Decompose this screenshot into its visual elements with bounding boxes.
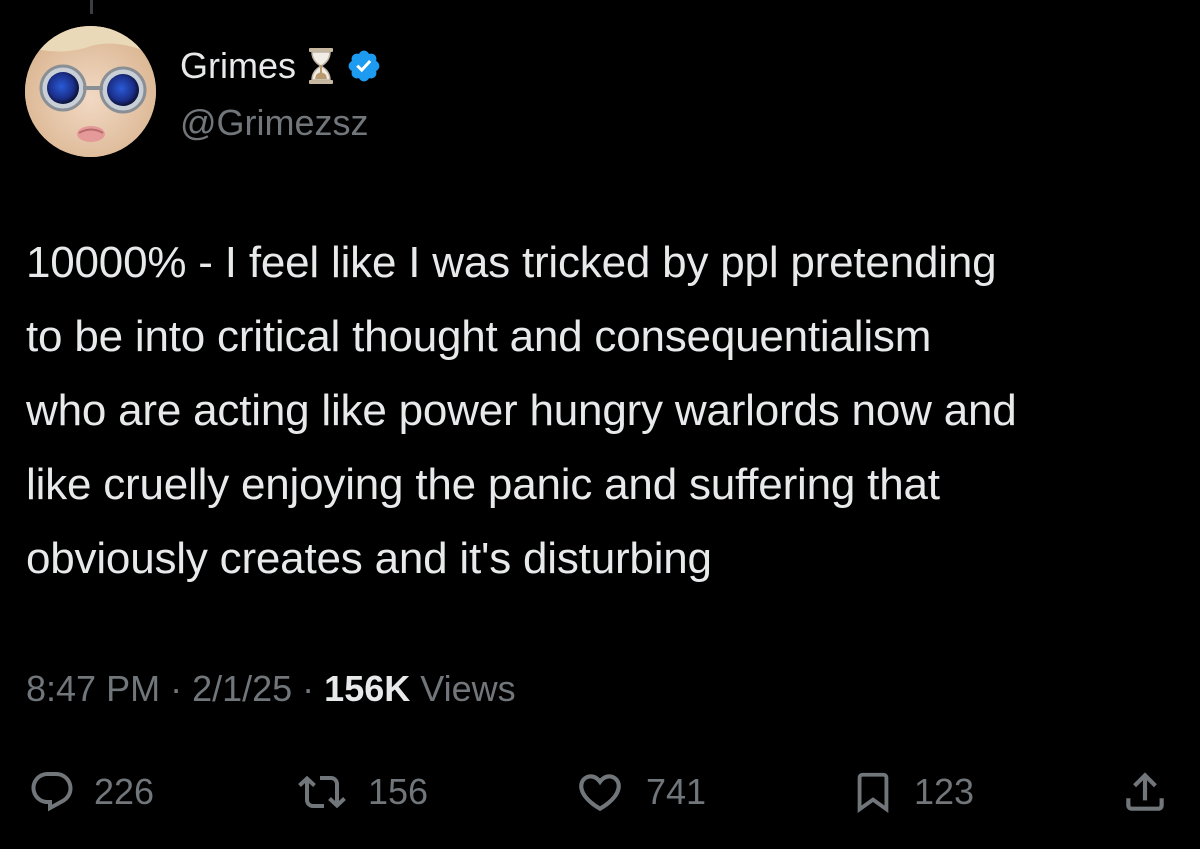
tweet-time[interactable]: 8:47 PM (26, 668, 160, 710)
hourglass-icon (308, 47, 334, 85)
tweet-date[interactable]: 2/1/25 (192, 668, 292, 710)
avatar-image (25, 26, 156, 157)
avatar[interactable] (25, 26, 156, 157)
thread-connector-line (90, 0, 93, 14)
reply-button[interactable]: 226 (28, 760, 154, 824)
bookmark-icon (850, 767, 896, 817)
tweet-meta: 8:47 PM · 2/1/25 · 156K Views (26, 668, 516, 710)
repost-icon (294, 768, 350, 816)
views-label[interactable]: Views (420, 668, 515, 710)
reply-count: 226 (94, 771, 155, 812)
tweet-text: 10000% - I feel like I was tricked by pp… (26, 238, 1017, 583)
views-count[interactable]: 156K (324, 668, 410, 710)
like-button[interactable]: 741 (572, 760, 706, 824)
meta-separator: · (302, 668, 315, 709)
meta-separator: · (170, 668, 183, 709)
repost-count: 156 (368, 771, 429, 812)
heart-icon (572, 767, 628, 817)
tweet-actions-bar: 226 156 741 123 (0, 760, 1200, 824)
share-icon (1120, 767, 1170, 817)
repost-button[interactable]: 156 (294, 760, 428, 824)
verified-icon[interactable] (346, 48, 382, 84)
author-name-row: Grimes (180, 44, 382, 88)
like-count: 741 (646, 771, 707, 812)
reply-icon (28, 768, 76, 816)
bookmark-button[interactable]: 123 (850, 760, 974, 824)
share-button[interactable] (1120, 760, 1170, 824)
author-handle[interactable]: @Grimezsz (180, 102, 369, 144)
author-display-name[interactable]: Grimes (180, 45, 296, 87)
bookmark-count: 123 (914, 771, 975, 812)
